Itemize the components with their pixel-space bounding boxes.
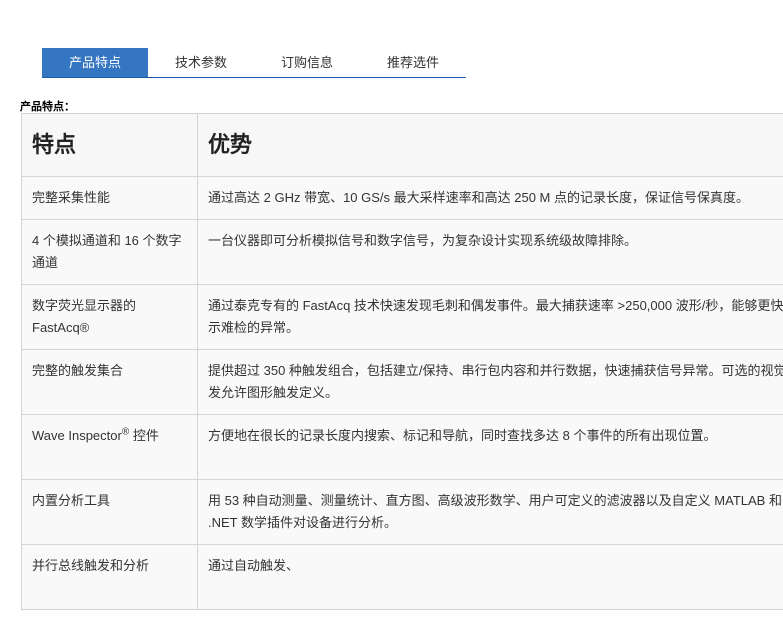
feature-cell: 4 个模拟通道和 16 个数字通道 xyxy=(22,220,198,285)
feature-text: Wave Inspector xyxy=(32,428,122,443)
table-row: 完整采集性能 通过高达 2 GHz 带宽、10 GS/s 最大采样速率和高达 2… xyxy=(22,177,783,220)
feature-cell: 内置分析工具 xyxy=(22,480,198,545)
tab-product-features[interactable]: 产品特点 xyxy=(42,48,148,77)
feature-cell: Wave Inspector® 控件 xyxy=(22,415,198,480)
section-title: 产品特点： xyxy=(20,98,75,114)
tab-recommended-options[interactable]: 推荐选件 xyxy=(360,48,466,77)
feature-cell: 并行总线触发和分析 xyxy=(22,545,198,610)
table-row: 数字荧光显示器的 FastAcq® 通过泰克专有的 FastAcq 技术快速发现… xyxy=(22,285,783,350)
feature-cell: 数字荧光显示器的 FastAcq® xyxy=(22,285,198,350)
features-table-wrapper: 特点 优势 完整采集性能 通过高达 2 GHz 带宽、10 GS/s 最大采样速… xyxy=(21,113,783,633)
benefit-cell: 用 53 种自动测量、测量统计、直方图、高级波形数学、用户可定义的滤波器以及自定… xyxy=(198,480,783,545)
table-row: 4 个模拟通道和 16 个数字通道 一台仪器即可分析模拟信号和数字信号，为复杂设… xyxy=(22,220,783,285)
table-row: Wave Inspector® 控件 方便地在很长的记录长度内搜索、标记和导航，… xyxy=(22,415,783,480)
benefit-cell: 通过高达 2 GHz 带宽、10 GS/s 最大采样速率和高达 250 M 点的… xyxy=(198,177,783,220)
table-row: 并行总线触发和分析 通过自动触发、 xyxy=(22,545,783,610)
product-tabs: 产品特点 技术参数 订购信息 推荐选件 xyxy=(42,48,466,78)
table-row: 内置分析工具 用 53 种自动测量、测量统计、直方图、高级波形数学、用户可定义的… xyxy=(22,480,783,545)
header-benefit: 优势 xyxy=(198,114,783,177)
feature-cell: 完整采集性能 xyxy=(22,177,198,220)
tab-tech-specs[interactable]: 技术参数 xyxy=(148,48,254,77)
feature-text-tail: 控件 xyxy=(129,428,159,443)
benefit-cell: 一台仪器即可分析模拟信号和数字信号，为复杂设计实现系统级故障排除。 xyxy=(198,220,783,285)
benefit-cell: 通过泰克专有的 FastAcq 技术快速发现毛刺和偶发事件。最大捕获速率 >25… xyxy=(198,285,783,350)
table-header-row: 特点 优势 xyxy=(22,114,783,177)
feature-cell: 完整的触发集合 xyxy=(22,350,198,415)
features-table: 特点 优势 完整采集性能 通过高达 2 GHz 带宽、10 GS/s 最大采样速… xyxy=(21,113,783,610)
benefit-cell: 方便地在很长的记录长度内搜索、标记和导航，同时查找多达 8 个事件的所有出现位置… xyxy=(198,415,783,480)
benefit-cell: 通过自动触发、 xyxy=(198,545,783,610)
benefit-cell: 提供超过 350 种触发组合，包括建立/保持、串行包内容和并行数据，快速捕获信号… xyxy=(198,350,783,415)
table-row: 完整的触发集合 提供超过 350 种触发组合，包括建立/保持、串行包内容和并行数… xyxy=(22,350,783,415)
header-feature: 特点 xyxy=(22,114,198,177)
tab-ordering-info[interactable]: 订购信息 xyxy=(254,48,360,77)
